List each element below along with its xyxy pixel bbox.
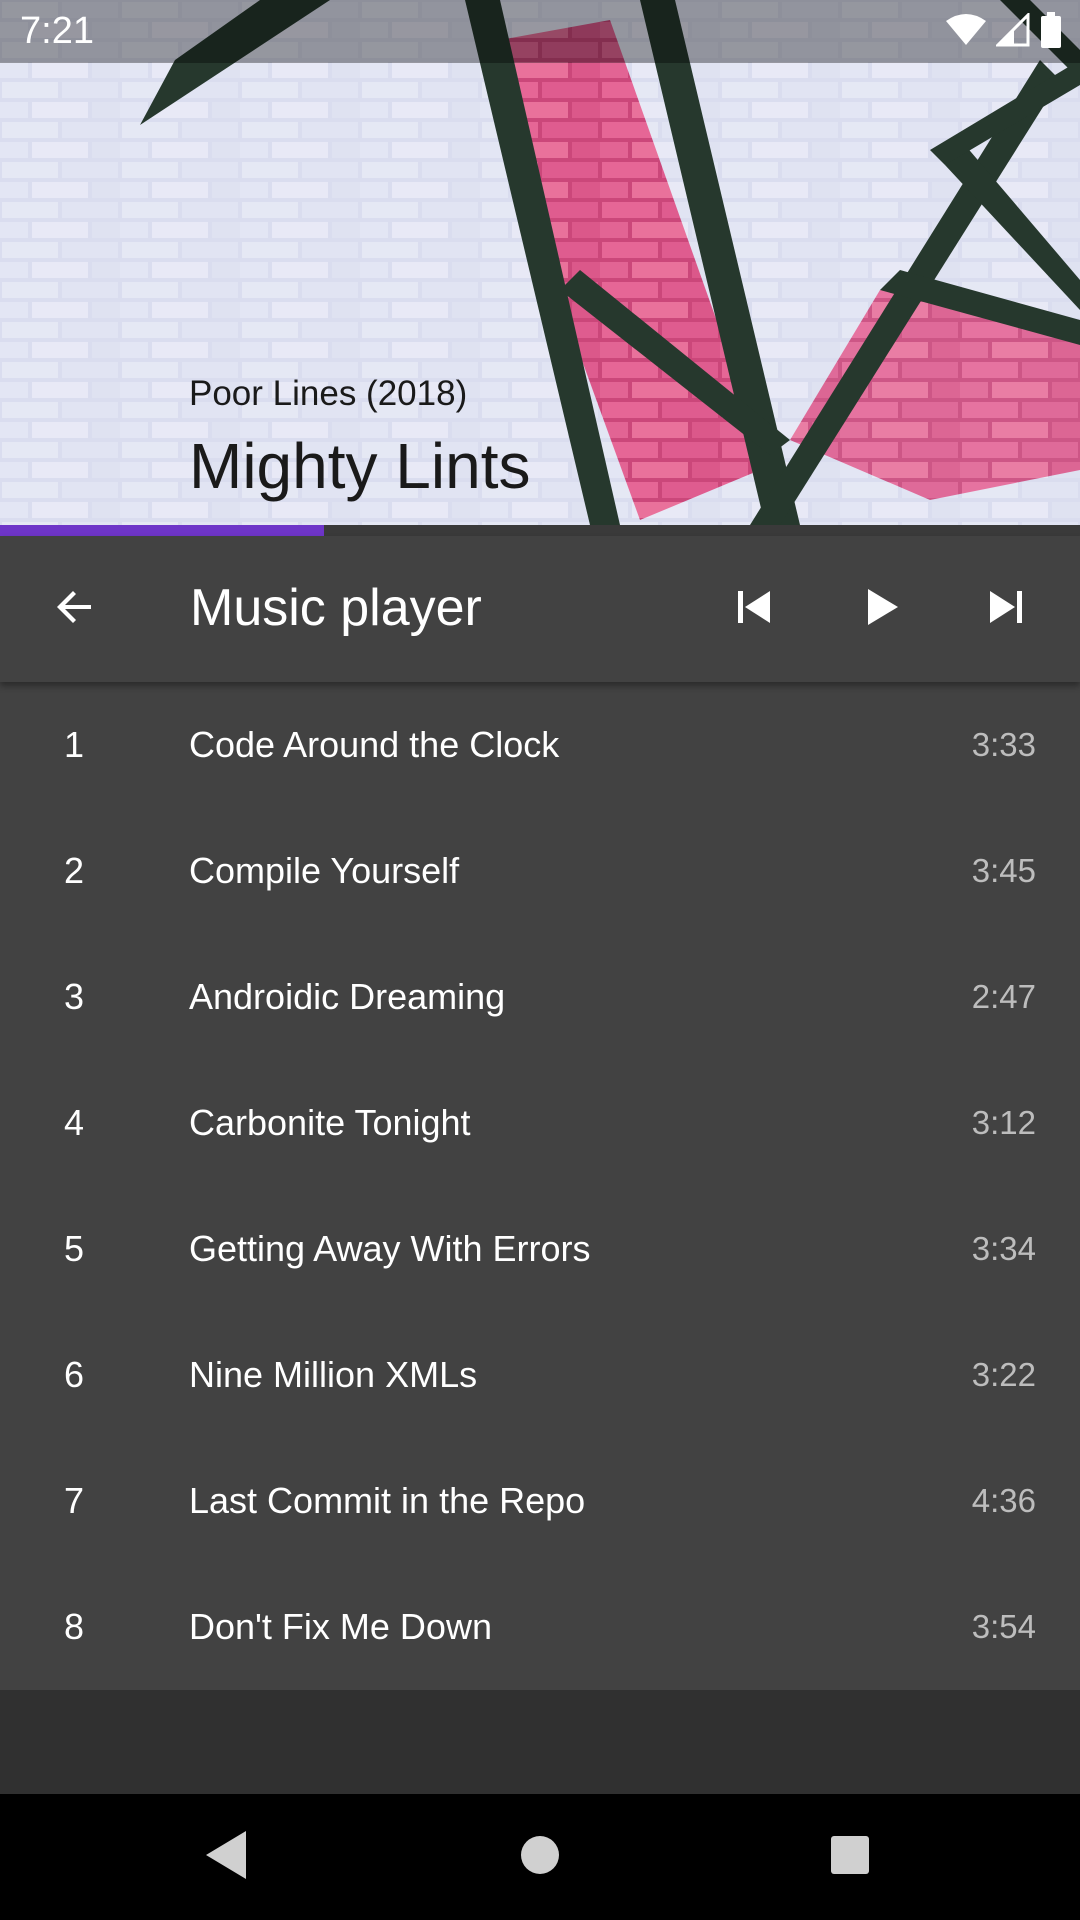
- track-number: 6: [63, 1354, 85, 1395]
- arrow-back-icon: [51, 583, 99, 636]
- skip-next-icon: [986, 587, 1026, 632]
- track-duration: 2:47: [971, 978, 1036, 1015]
- nav-home-icon: [518, 1833, 562, 1882]
- battery-icon: [1040, 11, 1062, 53]
- brick-wall-artwork: [0, 0, 1080, 525]
- playback-progress-bar[interactable]: [0, 525, 1080, 536]
- track-title: Don't Fix Me Down: [189, 1606, 492, 1647]
- album-subtitle: Poor Lines (2018): [189, 374, 468, 413]
- track-list: 1 Code Around the Clock 3:33 2 Compile Y…: [0, 682, 1080, 1690]
- track-row[interactable]: 8 Don't Fix Me Down 3:54: [0, 1564, 1080, 1690]
- nav-back-button[interactable]: [186, 1817, 266, 1897]
- track-duration: 3:22: [971, 1356, 1036, 1393]
- track-number: 1: [63, 724, 85, 765]
- track-title: Last Commit in the Repo: [189, 1480, 586, 1521]
- nav-home-button[interactable]: [500, 1817, 580, 1897]
- track-number: 8: [63, 1606, 85, 1647]
- track-title: Nine Million XMLs: [189, 1354, 478, 1395]
- track-duration: 3:54: [971, 1608, 1036, 1645]
- track-duration: 3:12: [971, 1104, 1036, 1141]
- music-player-screen: Poor Lines (2018) Mighty Lints 7:21 Musi…: [0, 0, 1080, 1920]
- skip-previous-button[interactable]: [706, 561, 802, 657]
- track-title: Compile Yourself: [189, 850, 460, 891]
- back-button[interactable]: [27, 561, 123, 657]
- track-row[interactable]: 5 Getting Away With Errors 3:34: [0, 1186, 1080, 1312]
- track-duration: 3:34: [971, 1230, 1036, 1267]
- track-title: Code Around the Clock: [189, 724, 560, 765]
- system-nav-bar: [0, 1794, 1080, 1920]
- nav-back-icon: [202, 1829, 250, 1886]
- nav-recents-button[interactable]: [810, 1817, 890, 1897]
- track-row[interactable]: 4 Carbonite Tonight 3:12: [0, 1060, 1080, 1186]
- album-art: Poor Lines (2018) Mighty Lints: [0, 0, 1080, 525]
- track-duration: 4:36: [971, 1482, 1036, 1519]
- empty-area: [0, 1690, 1080, 1794]
- nav-recents-icon: [829, 1834, 871, 1881]
- toolbar-title: Music player: [190, 579, 482, 637]
- playback-progress-fill: [0, 525, 324, 536]
- track-number: 5: [63, 1228, 85, 1269]
- track-duration: 3:33: [971, 726, 1036, 763]
- status-icons: [946, 10, 1062, 53]
- wifi-icon: [946, 13, 986, 52]
- play-icon: [862, 587, 902, 632]
- cell-signal-icon: [994, 10, 1030, 52]
- track-row[interactable]: 6 Nine Million XMLs 3:22: [0, 1312, 1080, 1438]
- skip-next-button[interactable]: [958, 561, 1054, 657]
- track-title: Getting Away With Errors: [189, 1228, 591, 1269]
- toolbar: Music player: [0, 536, 1080, 682]
- skip-previous-icon: [734, 587, 774, 632]
- album-artist: Mighty Lints: [189, 430, 531, 502]
- track-number: 2: [63, 850, 85, 891]
- track-row[interactable]: 2 Compile Yourself 3:45: [0, 808, 1080, 934]
- status-bar: 7:21: [0, 0, 1080, 63]
- track-title: Carbonite Tonight: [189, 1102, 471, 1143]
- track-row[interactable]: 1 Code Around the Clock 3:33: [0, 682, 1080, 808]
- status-time: 7:21: [20, 10, 94, 52]
- track-number: 4: [63, 1102, 85, 1143]
- track-number: 7: [63, 1480, 85, 1521]
- track-row[interactable]: 7 Last Commit in the Repo 4:36: [0, 1438, 1080, 1564]
- track-number: 3: [63, 976, 85, 1017]
- track-row[interactable]: 3 Androidic Dreaming 2:47: [0, 934, 1080, 1060]
- play-button[interactable]: [834, 561, 930, 657]
- track-duration: 3:45: [971, 852, 1036, 889]
- track-title: Androidic Dreaming: [189, 976, 506, 1017]
